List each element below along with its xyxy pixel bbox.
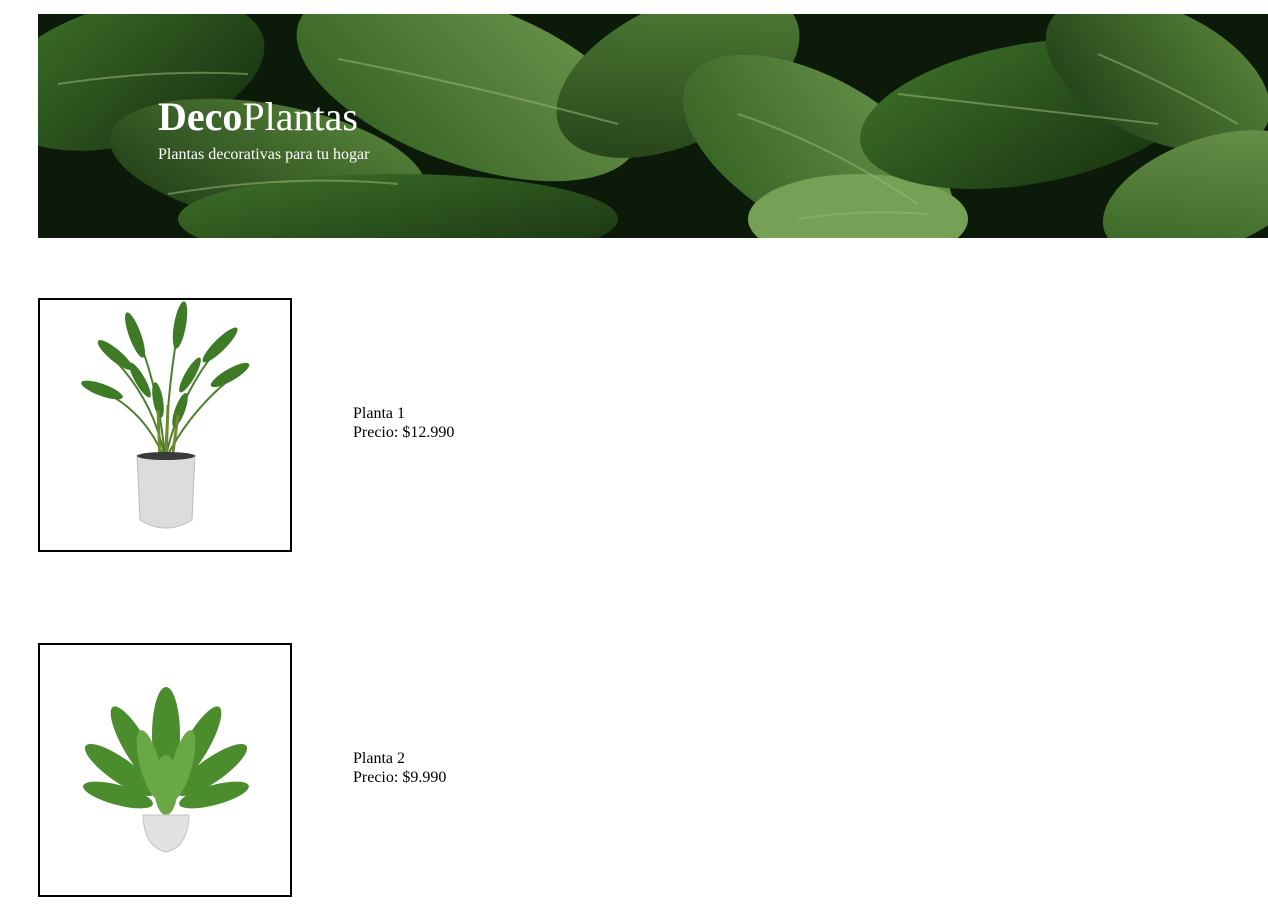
brand-regular-text: Plantas <box>242 94 358 139</box>
areca-palm-image <box>81 301 250 529</box>
brand-bold-text: Deco <box>158 94 243 139</box>
product-name: Planta 2 <box>353 750 405 767</box>
header-banner: DecoPlantas Plantas decorativas para tu … <box>38 14 1268 238</box>
fern-image <box>83 687 249 853</box>
site-logo-title: DecoPlantas <box>158 94 358 140</box>
site-tagline: Plantas decorativas para tu hogar <box>158 146 370 163</box>
product-info: Planta 2 Precio: $9.990 <box>353 749 446 787</box>
product-price: Precio: $12.990 <box>353 424 455 441</box>
product-image-frame <box>38 643 292 897</box>
product-card: Planta 2 Precio: $9.990 <box>38 643 1238 897</box>
product-info: Planta 1 Precio: $12.990 <box>353 404 454 442</box>
product-name: Planta 1 <box>353 405 405 422</box>
product-card: Planta 1 Precio: $12.990 <box>38 298 1238 552</box>
product-image-frame <box>38 298 292 552</box>
product-price: Precio: $9.990 <box>353 769 447 786</box>
